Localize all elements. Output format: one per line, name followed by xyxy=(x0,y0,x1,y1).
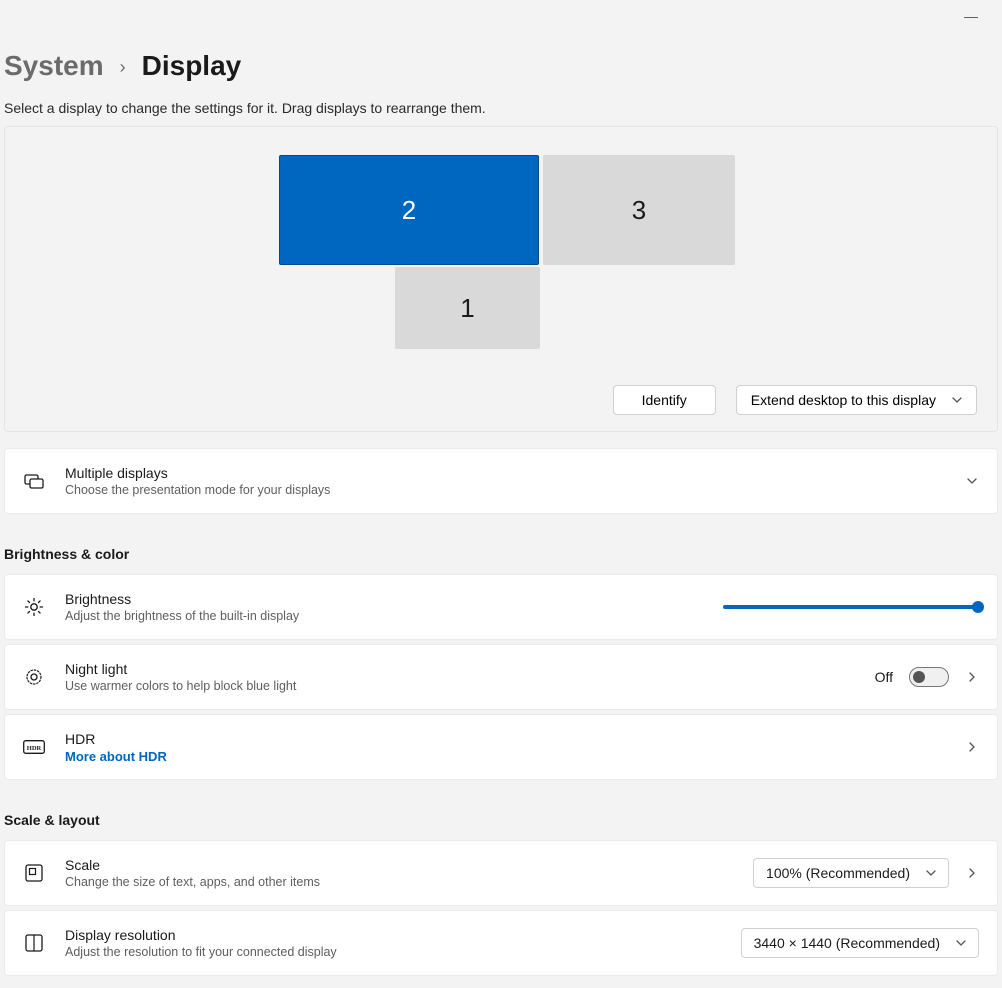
scale-icon xyxy=(23,862,45,884)
brightness-sub: Adjust the brightness of the built-in di… xyxy=(65,609,723,623)
night-light-title: Night light xyxy=(65,661,875,677)
night-light-icon xyxy=(23,666,45,688)
hdr-link[interactable]: More about HDR xyxy=(65,749,965,764)
brightness-title: Brightness xyxy=(65,591,723,607)
extend-mode-dropdown[interactable]: Extend desktop to this display xyxy=(736,385,977,415)
chevron-down-icon xyxy=(954,936,968,950)
night-light-row[interactable]: Night light Use warmer colors to help bl… xyxy=(4,644,998,710)
scale-title: Scale xyxy=(65,857,753,873)
scale-row[interactable]: Scale Change the size of text, apps, and… xyxy=(4,840,998,906)
chevron-down-icon xyxy=(950,393,964,407)
hdr-title: HDR xyxy=(65,731,965,747)
scale-select-value: 100% (Recommended) xyxy=(766,865,910,881)
hdr-row[interactable]: HDR HDR More about HDR xyxy=(4,714,998,780)
scale-sub: Change the size of text, apps, and other… xyxy=(65,875,753,889)
monitor-1[interactable]: 1 xyxy=(395,267,540,349)
chevron-down-icon xyxy=(924,866,938,880)
chevron-down-icon xyxy=(965,474,979,488)
monitor-3[interactable]: 3 xyxy=(543,155,735,265)
resolution-select-value: 3440 × 1440 (Recommended) xyxy=(754,935,940,951)
multiple-displays-icon xyxy=(23,470,45,492)
multiple-displays-title: Multiple displays xyxy=(65,465,965,481)
multiple-displays-row[interactable]: Multiple displays Choose the presentatio… xyxy=(4,448,998,514)
brightness-row: Brightness Adjust the brightness of the … xyxy=(4,574,998,640)
night-light-toggle[interactable] xyxy=(909,667,949,687)
hdr-icon: HDR xyxy=(23,736,45,758)
display-arranger: 231 Identify Extend desktop to this disp… xyxy=(4,126,998,432)
brightness-slider[interactable] xyxy=(723,605,979,609)
resolution-select[interactable]: 3440 × 1440 (Recommended) xyxy=(741,928,979,958)
monitor-2[interactable]: 2 xyxy=(279,155,539,265)
night-light-state: Off xyxy=(875,669,893,685)
chevron-right-icon xyxy=(965,740,979,754)
section-scale-layout: Scale & layout xyxy=(0,784,1002,836)
chevron-right-icon xyxy=(965,670,979,684)
minimize-button[interactable]: — xyxy=(964,8,978,24)
scale-select[interactable]: 100% (Recommended) xyxy=(753,858,949,888)
identify-button[interactable]: Identify xyxy=(613,385,716,415)
breadcrumb-parent[interactable]: System xyxy=(4,50,104,82)
chevron-right-icon xyxy=(965,866,979,880)
resolution-row: Display resolution Adjust the resolution… xyxy=(4,910,998,976)
svg-text:HDR: HDR xyxy=(27,745,42,752)
night-light-sub: Use warmer colors to help block blue lig… xyxy=(65,679,875,693)
resolution-sub: Adjust the resolution to fit your connec… xyxy=(65,945,741,959)
resolution-icon xyxy=(23,932,45,954)
chevron-right-icon: › xyxy=(120,57,126,78)
section-brightness-color: Brightness & color xyxy=(0,518,1002,570)
identify-button-label: Identify xyxy=(642,392,687,408)
multiple-displays-sub: Choose the presentation mode for your di… xyxy=(65,483,965,497)
extend-mode-label: Extend desktop to this display xyxy=(751,392,936,408)
brightness-icon xyxy=(23,596,45,618)
arranger-help-text: Select a display to change the settings … xyxy=(0,82,1002,126)
page-title: Display xyxy=(142,50,242,82)
brightness-slider-thumb[interactable] xyxy=(972,601,984,613)
resolution-title: Display resolution xyxy=(65,927,741,943)
breadcrumb: System › Display xyxy=(0,0,1002,82)
